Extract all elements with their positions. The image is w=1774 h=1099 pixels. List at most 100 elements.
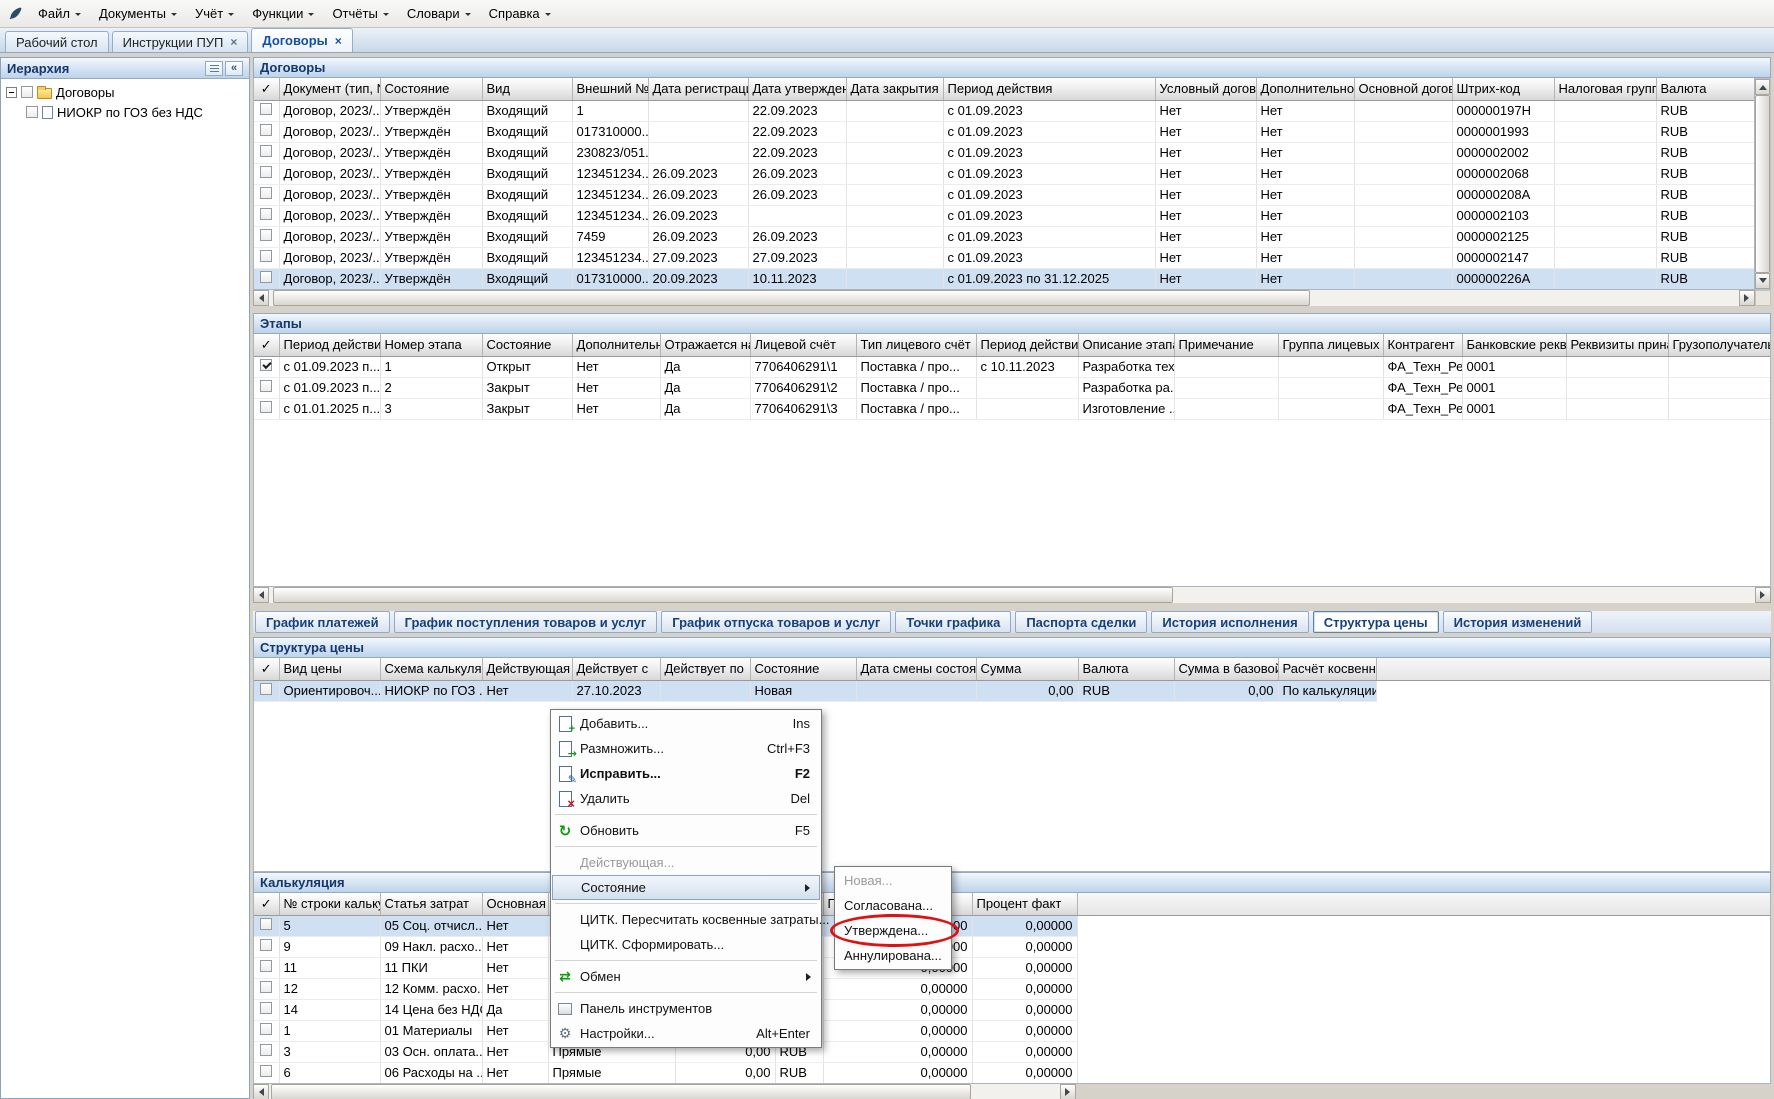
column-header[interactable]: Налоговая группа bbox=[1554, 78, 1656, 100]
column-header[interactable]: ✓ bbox=[254, 334, 279, 356]
column-header[interactable]: Номер этапа bbox=[380, 334, 482, 356]
column-header[interactable]: Расчёт косвенных bbox=[1278, 658, 1376, 680]
menu-item-12[interactable]: ЦИТК. Сформировать... bbox=[552, 932, 820, 957]
calculation-hscrollbar[interactable] bbox=[253, 1084, 1076, 1099]
column-header[interactable]: № строки калькул bbox=[279, 893, 380, 915]
stages-hscrollbar[interactable] bbox=[253, 587, 1771, 603]
column-header[interactable]: Примечание bbox=[1174, 334, 1278, 356]
document-tab-3[interactable]: Договоры× bbox=[251, 28, 352, 52]
scroll-down-button[interactable] bbox=[1755, 273, 1770, 289]
column-header[interactable]: Документ (тип, № bbox=[279, 78, 380, 100]
row-checkbox[interactable] bbox=[260, 1044, 272, 1056]
scroll-up-button[interactable] bbox=[1755, 79, 1770, 95]
menubar-item-2[interactable]: Документы bbox=[90, 0, 186, 27]
subtab-7[interactable]: Структура цены bbox=[1313, 611, 1439, 633]
table-row[interactable]: Договор, 2023/...УтверждёнВходящий123451… bbox=[254, 163, 1755, 184]
row-checkbox[interactable] bbox=[260, 1002, 272, 1014]
column-header[interactable]: Процент факт bbox=[972, 893, 1077, 915]
table-row[interactable]: Договор, 2023/...УтверждёнВходящий123451… bbox=[254, 205, 1755, 226]
column-header[interactable]: Реквизиты принад bbox=[1566, 334, 1668, 356]
tree-item-1[interactable]: Договоры bbox=[1, 82, 249, 102]
row-checkbox[interactable] bbox=[260, 124, 272, 136]
column-header[interactable]: Статья затрат bbox=[380, 893, 482, 915]
scrollbar-thumb[interactable] bbox=[271, 1084, 971, 1099]
menu-item-16[interactable]: Панель инструментов bbox=[552, 996, 820, 1021]
tree-item-checkbox[interactable] bbox=[26, 106, 38, 118]
row-checkbox[interactable] bbox=[260, 229, 272, 241]
scrollbar-thumb[interactable] bbox=[1755, 95, 1770, 273]
collapse-panel-button[interactable] bbox=[225, 61, 243, 76]
contracts-hscrollbar[interactable] bbox=[253, 290, 1771, 306]
column-header[interactable]: Группа лицевых сч bbox=[1278, 334, 1383, 356]
column-header[interactable]: Период действия bbox=[943, 78, 1155, 100]
tree-expander-icon[interactable] bbox=[6, 87, 17, 98]
table-row[interactable]: с 01.01.2025 п...3ЗакрытНетДа7706406291\… bbox=[254, 398, 1771, 419]
scrollbar-thumb[interactable] bbox=[273, 290, 1310, 306]
row-checkbox[interactable] bbox=[260, 187, 272, 199]
column-header[interactable]: Лицевой счёт bbox=[750, 334, 856, 356]
column-header[interactable]: Дата смены состоя bbox=[856, 658, 976, 680]
table-row[interactable]: с 01.09.2023 п...1ОткрытНетДа7706406291\… bbox=[254, 356, 1771, 377]
row-checkbox[interactable] bbox=[260, 103, 272, 115]
scrollbar-track[interactable] bbox=[1755, 95, 1770, 273]
document-tab-1[interactable]: Рабочий стол bbox=[5, 31, 109, 52]
menu-item-1[interactable]: Новая... bbox=[836, 868, 950, 893]
tree-item-checkbox[interactable] bbox=[21, 86, 33, 98]
column-header[interactable]: Дата регистрации bbox=[648, 78, 748, 100]
row-checkbox[interactable] bbox=[260, 981, 272, 993]
column-header[interactable]: Условный договор bbox=[1155, 78, 1256, 100]
row-checkbox[interactable] bbox=[260, 1023, 272, 1035]
menu-item-1[interactable]: Добавить...Ins bbox=[552, 711, 820, 736]
row-checkbox[interactable] bbox=[260, 166, 272, 178]
column-header[interactable]: Действует по bbox=[660, 658, 750, 680]
menu-item-14[interactable]: Обмен bbox=[552, 964, 820, 989]
column-header[interactable]: Отражается на су bbox=[660, 334, 750, 356]
row-checkbox[interactable] bbox=[260, 359, 272, 371]
row-checkbox[interactable] bbox=[260, 401, 272, 413]
subtab-1[interactable]: График платежей bbox=[255, 611, 390, 633]
menu-item-3[interactable]: Утверждена... bbox=[836, 918, 950, 943]
column-header[interactable]: Действует с bbox=[572, 658, 660, 680]
row-checkbox[interactable] bbox=[260, 380, 272, 392]
column-header[interactable]: Описание этапа bbox=[1078, 334, 1174, 356]
subtab-2[interactable]: График поступления товаров и услуг bbox=[394, 611, 658, 633]
column-header[interactable]: Контрагент bbox=[1383, 334, 1462, 356]
row-checkbox[interactable] bbox=[260, 145, 272, 157]
column-header[interactable]: Дополнительное с bbox=[1256, 78, 1354, 100]
menubar-item-4[interactable]: Функции bbox=[243, 0, 323, 27]
row-checkbox[interactable] bbox=[260, 683, 272, 695]
column-header[interactable]: Схема калькуляци bbox=[380, 658, 482, 680]
column-header[interactable]: ✓ bbox=[254, 78, 279, 100]
menu-item-4[interactable]: УдалитьDel bbox=[552, 786, 820, 811]
menu-item-2[interactable]: Размножить...Ctrl+F3 bbox=[552, 736, 820, 761]
column-header[interactable]: Внешний № bbox=[572, 78, 648, 100]
menubar-item-6[interactable]: Словари bbox=[398, 0, 480, 27]
tab-close-icon[interactable]: × bbox=[230, 36, 237, 48]
table-row[interactable]: 1111 ПКИНетПрямые0,00RUB0,000000,00000 bbox=[254, 957, 1771, 978]
scroll-right-button[interactable] bbox=[1060, 1084, 1076, 1099]
column-header[interactable]: Штрих-код bbox=[1452, 78, 1554, 100]
table-row[interactable]: 606 Расходы на ...НетПрямые0,00RUB0,0000… bbox=[254, 1062, 1771, 1083]
column-header[interactable]: Вид bbox=[482, 78, 572, 100]
column-header[interactable]: Действующая bbox=[482, 658, 572, 680]
subtab-3[interactable]: График отпуска товаров и услуг bbox=[661, 611, 891, 633]
table-row[interactable]: Ориентировоч...НИОКР по ГОЗ ...Нет27.10.… bbox=[254, 680, 1771, 701]
menu-item-2[interactable]: Согласована... bbox=[836, 893, 950, 918]
menu-item-9[interactable]: Состояние bbox=[552, 875, 820, 900]
column-header[interactable]: Сумма в базовой в bbox=[1174, 658, 1278, 680]
column-header[interactable]: Валюта bbox=[1078, 658, 1174, 680]
tab-close-icon[interactable]: × bbox=[335, 35, 342, 47]
row-checkbox[interactable] bbox=[260, 271, 272, 283]
row-checkbox[interactable] bbox=[260, 918, 272, 930]
document-tab-2[interactable]: Инструкции ПУП× bbox=[112, 31, 249, 52]
scroll-right-button[interactable] bbox=[1739, 290, 1755, 306]
column-header[interactable]: Грузополучатель bbox=[1668, 334, 1771, 356]
column-header[interactable]: Дата закрытия bbox=[846, 78, 943, 100]
menubar-item-3[interactable]: Учёт bbox=[186, 0, 243, 27]
column-header[interactable]: ✓ bbox=[254, 658, 279, 680]
panel-list-button[interactable] bbox=[205, 61, 223, 76]
menu-item-4[interactable]: Аннулирована... bbox=[836, 943, 950, 968]
menubar-item-7[interactable]: Справка bbox=[480, 0, 560, 27]
column-header[interactable]: Вид цены bbox=[279, 658, 380, 680]
table-row[interactable]: Договор, 2023/...УтверждёнВходящий230823… bbox=[254, 142, 1755, 163]
